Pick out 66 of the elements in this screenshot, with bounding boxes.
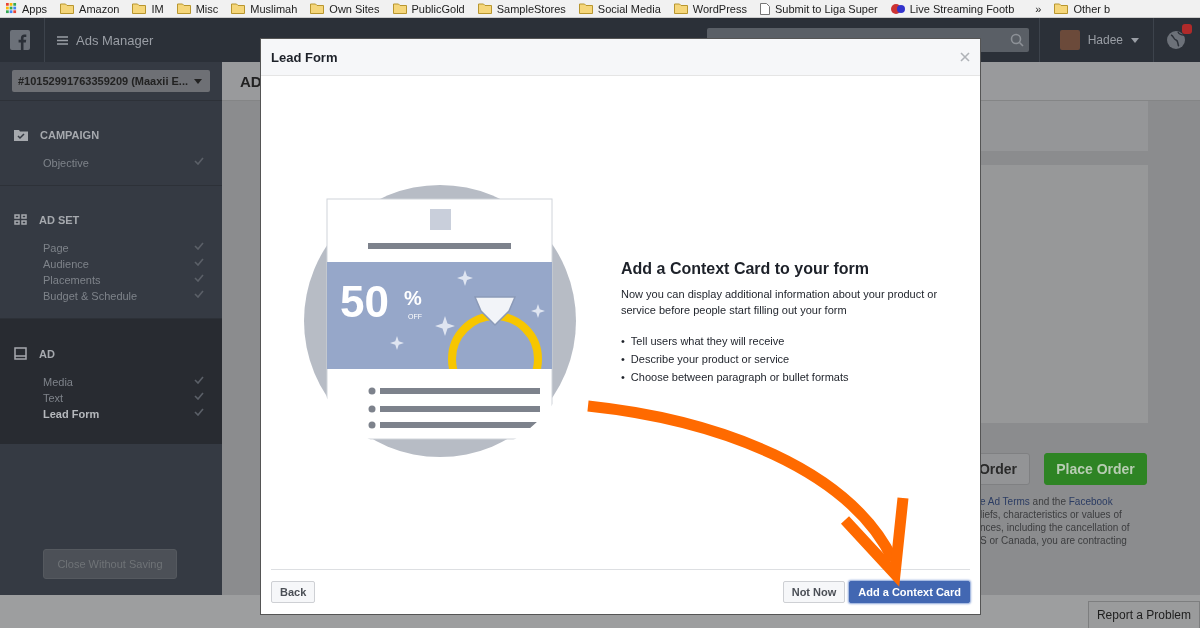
section-heading: AD: [240, 72, 262, 90]
dialog-button[interactable]: Add a Context Card: [849, 581, 970, 603]
apps-grid-icon: [6, 3, 17, 14]
folder-check-icon: [14, 129, 28, 141]
bookmark[interactable]: Submit to Liga Super: [760, 2, 878, 15]
app-title[interactable]: Ads Manager: [57, 32, 154, 48]
terms-text: nces, including the cancellation of: [980, 522, 1130, 533]
sidebar-item[interactable]: Text: [14, 390, 208, 406]
bullet-item: Describe your product or service: [630, 351, 790, 367]
terms-text: and the: [1031, 496, 1067, 507]
bookmark[interactable]: Live Streaming Footb: [890, 2, 1015, 15]
sidebar-item[interactable]: Media: [14, 374, 208, 390]
menu-icon: [57, 35, 68, 45]
f-logo-icon[interactable]: [10, 30, 30, 50]
dialog-button[interactable]: Not Now: [782, 581, 846, 603]
folder-icon: [231, 3, 246, 14]
bookmark[interactable]: »: [1035, 2, 1042, 15]
folder-icon: [60, 3, 75, 14]
sidebar-item[interactable]: Lead Form: [14, 406, 208, 422]
check-icon: [194, 157, 204, 165]
bookmark[interactable]: SampleStores: [477, 2, 566, 15]
folder-icon: [477, 3, 492, 14]
bookmark[interactable]: Amazon: [60, 2, 120, 15]
folder-icon: [1054, 3, 1069, 14]
ad-frame-icon: [14, 347, 27, 360]
bullet-mark: •: [621, 351, 625, 367]
folder-icon: [578, 3, 593, 14]
discount-number: 50: [340, 276, 389, 326]
bullet-item: Tell users what they will receive: [630, 333, 785, 349]
bullet-item: Choose between paragraph or bullet formats: [630, 369, 849, 385]
bookmark[interactable]: Misc: [176, 2, 219, 15]
folder-icon: [392, 3, 407, 14]
bookmark[interactable]: Apps: [6, 2, 48, 15]
grid-icon: [14, 214, 27, 226]
dialog-description: Now you can display additional information about your product or service before people start filling out your form: [621, 286, 939, 318]
bullet-mark: •: [621, 333, 625, 349]
bookmark[interactable]: PublicGold: [392, 2, 465, 15]
percent-sign: %: [404, 286, 422, 309]
folder-icon: [132, 3, 147, 14]
bookmark[interactable]: WordPress: [673, 2, 747, 15]
bookmark[interactable]: Own Sites: [310, 2, 380, 15]
section-title: AD: [39, 347, 55, 360]
bookmark[interactable]: Social Media: [578, 2, 661, 15]
section-title: CAMPAIGN: [40, 129, 100, 141]
report-problem-button[interactable]: Report a Problem: [1087, 601, 1200, 628]
bookmark[interactable]: Muslimah: [231, 2, 298, 15]
dialog-heading: Add a Context Card to your form: [621, 259, 870, 278]
bullet-mark: •: [621, 369, 625, 385]
dialog-title: Lead Form: [271, 49, 338, 65]
user-menu[interactable]: Hadee: [1059, 30, 1139, 50]
site-icon: [890, 2, 905, 15]
page-icon: [760, 2, 770, 15]
avatar: [1059, 30, 1080, 50]
terms-text: S or Canada, you are contracting: [980, 535, 1127, 546]
terms-text: liefs, characteristics or values of: [980, 509, 1122, 520]
folder-icon: [176, 3, 191, 14]
close-icon[interactable]: [960, 52, 970, 62]
folder-icon: [310, 3, 325, 14]
caret-icon: [194, 78, 203, 84]
bookmark[interactable]: IM: [132, 2, 164, 15]
notification-badge: [1182, 24, 1192, 34]
caret-icon: [1131, 37, 1139, 43]
bookmark[interactable]: Other b: [1054, 2, 1111, 15]
dialog-button[interactable]: Back: [271, 581, 316, 603]
section-title: AD SET: [39, 214, 80, 226]
folder-icon: [673, 3, 688, 14]
